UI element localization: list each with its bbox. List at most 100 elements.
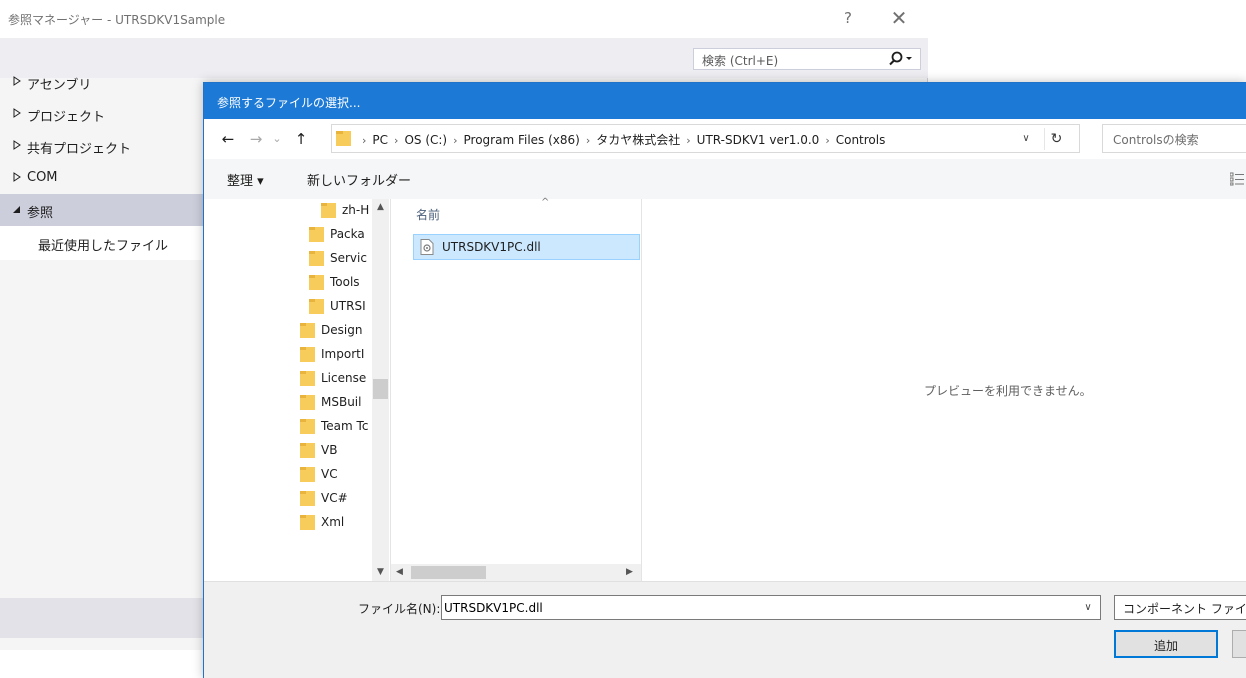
file-type-filter-label: コンポーネント ファイル bbox=[1123, 602, 1246, 616]
sidebar-item[interactable]: COM bbox=[0, 162, 205, 194]
view-options-icon[interactable] bbox=[1230, 172, 1244, 186]
horizontal-scroll-thumb[interactable] bbox=[411, 566, 486, 579]
collapsed-triangle-icon[interactable] bbox=[12, 171, 22, 183]
folder-icon bbox=[309, 227, 324, 242]
filename-input[interactable] bbox=[444, 598, 1064, 617]
cancel-button[interactable] bbox=[1232, 630, 1246, 658]
file-row[interactable]: UTRSDKV1PC.dll bbox=[413, 234, 640, 260]
sort-ascending-icon: ^ bbox=[541, 197, 550, 208]
dialog-title: 参照するファイルの選択... bbox=[217, 96, 361, 110]
scroll-thumb[interactable] bbox=[373, 379, 388, 399]
sidebar-sub-label: 最近使用したファイル bbox=[38, 239, 169, 254]
add-button-label: 追加 bbox=[1153, 639, 1178, 653]
sidebar-item[interactable]: 共有プロジェクト bbox=[0, 130, 205, 162]
scroll-down-icon[interactable]: ▼ bbox=[372, 564, 389, 581]
folder-icon bbox=[300, 467, 315, 482]
folder-icon bbox=[309, 251, 324, 266]
file-list-horizontal-scrollbar[interactable]: ◀ ▶ bbox=[391, 564, 641, 581]
ref-manager-search-input[interactable]: 検索 (Ctrl+E) bbox=[693, 48, 921, 70]
help-button[interactable]: ? bbox=[838, 9, 858, 29]
tree-folder-name: ImportI bbox=[321, 347, 365, 361]
file-type-filter-select[interactable]: コンポーネント ファイル bbox=[1114, 595, 1246, 620]
expanded-triangle-icon[interactable] bbox=[12, 203, 22, 215]
breadcrumb-segment[interactable]: Controls bbox=[836, 133, 886, 147]
tree-folder-name: Design bbox=[321, 323, 363, 337]
folder-icon bbox=[300, 323, 315, 338]
new-folder-button[interactable]: 新しいフォルダー bbox=[307, 170, 411, 189]
sidebar-item[interactable]: 参照 bbox=[0, 194, 205, 226]
scroll-left-icon[interactable]: ◀ bbox=[391, 564, 408, 581]
tree-folder-name: VC# bbox=[321, 491, 348, 505]
preview-unavailable-text: プレビューを利用できません。 bbox=[924, 384, 1092, 398]
folder-icon bbox=[300, 395, 315, 410]
organize-menu-button[interactable]: 整理 ▾ bbox=[227, 170, 264, 189]
folder-icon bbox=[309, 275, 324, 290]
column-header-name[interactable]: 名前 bbox=[416, 206, 440, 223]
recent-locations-chevron-icon[interactable]: ⌄ bbox=[267, 130, 287, 148]
breadcrumb-segment[interactable]: OS (C:) bbox=[404, 133, 447, 147]
dialog-nav-row: ← → ⌄ ↑ › PC › OS (C:) › Program Files (x86) ›… bbox=[204, 119, 1246, 159]
collapsed-triangle-icon[interactable] bbox=[12, 107, 22, 119]
filename-dropdown-icon[interactable]: ∨ bbox=[1080, 600, 1096, 616]
sidebar-item-label: プロジェクト bbox=[27, 110, 106, 125]
close-button[interactable]: ✕ bbox=[886, 8, 912, 30]
file-list-pane[interactable]: ^ 名前 UTRSDKV1PC.dll ◀ ▶ bbox=[390, 197, 641, 581]
tree-folder-name: UTRSI bbox=[330, 299, 366, 313]
breadcrumb-separator-icon[interactable]: › bbox=[586, 134, 590, 147]
breadcrumb-separator-icon[interactable]: › bbox=[394, 134, 398, 147]
folder-icon bbox=[321, 203, 336, 218]
search-icon[interactable] bbox=[884, 50, 916, 68]
ref-manager-titlebar: 参照マネージャー - UTRSDKV1Sample ? ✕ bbox=[0, 0, 928, 38]
add-button[interactable]: 追加 bbox=[1114, 630, 1218, 658]
tree-vertical-scrollbar[interactable]: ▲ ▼ bbox=[372, 199, 389, 581]
sidebar-item[interactable]: アセンブリ bbox=[0, 66, 205, 98]
sidebar-item-label: アセンブリ bbox=[27, 78, 92, 93]
filename-field[interactable]: ∨ bbox=[441, 595, 1101, 620]
tree-folder-name: zh-H bbox=[342, 203, 370, 217]
address-bar[interactable]: › PC › OS (C:) › Program Files (x86) › タカヤ株式会社 ›… bbox=[331, 124, 1080, 153]
scroll-right-icon[interactable]: ▶ bbox=[621, 564, 638, 581]
ref-manager-title: 参照マネージャー - UTRSDKV1Sample bbox=[8, 13, 226, 27]
sidebar-item-recent-files[interactable]: 最近使用したファイル bbox=[0, 226, 205, 260]
folder-search-input[interactable]: Controlsの検索 bbox=[1102, 124, 1246, 153]
breadcrumb-separator-icon[interactable]: › bbox=[686, 134, 690, 147]
sidebar-item[interactable]: プロジェクト bbox=[0, 98, 205, 130]
sidebar-item-label: COM bbox=[27, 170, 58, 185]
up-arrow-icon[interactable]: ↑ bbox=[291, 130, 311, 148]
sidebar-item-label: 参照 bbox=[27, 206, 54, 221]
dialog-titlebar: 参照するファイルの選択... bbox=[204, 83, 1246, 119]
breadcrumb-segment[interactable]: PC bbox=[372, 133, 388, 147]
breadcrumb-segment[interactable]: UTR-SDKV1 ver1.0.0 bbox=[697, 133, 820, 147]
tree-folder-name: License bbox=[321, 371, 367, 385]
folder-search-placeholder: Controlsの検索 bbox=[1113, 133, 1199, 147]
breadcrumb-separator-icon[interactable]: › bbox=[362, 134, 366, 147]
breadcrumb-segment[interactable]: Program Files (x86) bbox=[464, 133, 580, 147]
folder-icon bbox=[300, 419, 315, 434]
folder-icon bbox=[309, 299, 324, 314]
collapsed-triangle-icon[interactable] bbox=[12, 75, 22, 87]
breadcrumb-separator-icon[interactable]: › bbox=[825, 134, 829, 147]
scroll-up-icon[interactable]: ▲ bbox=[372, 199, 389, 216]
folder-tree[interactable]: zh-H Packa Servic Tools UTRSI Design ImportI Li… bbox=[204, 199, 389, 581]
breadcrumb-separator-icon[interactable]: › bbox=[453, 134, 457, 147]
refresh-icon[interactable]: ↻ bbox=[1044, 128, 1068, 150]
folder-icon bbox=[300, 347, 315, 362]
dialog-toolbar: 整理 ▾ 新しいフォルダー bbox=[204, 159, 1246, 199]
preview-pane: プレビューを利用できません。 bbox=[641, 199, 1246, 581]
tree-folder-name: MSBuil bbox=[321, 395, 362, 409]
filename-label: ファイル名(N): bbox=[358, 602, 441, 616]
collapsed-triangle-icon[interactable] bbox=[12, 139, 22, 151]
breadcrumb-segment[interactable]: タカヤ株式会社 bbox=[596, 133, 680, 147]
folder-icon bbox=[336, 131, 351, 146]
back-arrow-icon[interactable]: ← bbox=[218, 130, 238, 148]
ref-manager-sidebar: アセンブリプロジェクト共有プロジェクト COM 参照最近使用したファイル bbox=[0, 66, 205, 260]
forward-arrow-icon[interactable]: → bbox=[246, 130, 266, 148]
address-dropdown-icon[interactable]: ∨ bbox=[1018, 131, 1034, 147]
folder-icon bbox=[300, 515, 315, 530]
dll-file-icon bbox=[420, 239, 434, 255]
tree-folder-name: Team Tc bbox=[321, 419, 369, 433]
tree-folder-name: VB bbox=[321, 443, 338, 457]
tree-folder-name: Packa bbox=[330, 227, 365, 241]
breadcrumb[interactable]: › PC › OS (C:) › Program Files (x86) › タカヤ株式会社 ›… bbox=[356, 131, 885, 148]
dialog-bottom-panel: ファイル名(N): ∨ コンポーネント ファイル 追加 bbox=[204, 581, 1246, 678]
